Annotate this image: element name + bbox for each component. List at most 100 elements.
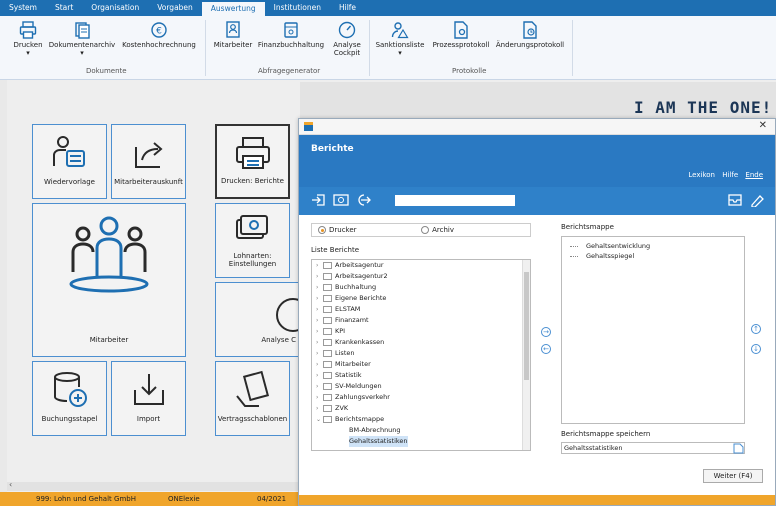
- tree-scrollbar[interactable]: [522, 260, 530, 450]
- tree-item[interactable]: › KPI: [312, 326, 530, 337]
- finanzbuchhaltung-button[interactable]: Finanzbuchhaltung: [256, 21, 326, 49]
- tree-item[interactable]: › Zahlungsverkehr: [312, 392, 530, 403]
- menu-hilfe[interactable]: Hilfe: [330, 0, 365, 16]
- export-icon[interactable]: [355, 193, 371, 207]
- berichte-dialog: ✕ Berichte Lexikon Hilfe Ende Drucker Ar…: [298, 118, 776, 506]
- ribbon-separator: [369, 20, 370, 76]
- link-hilfe[interactable]: Hilfe: [722, 171, 738, 179]
- tile-label: Mitarbeiter: [89, 336, 129, 344]
- expand-icon[interactable]: ›: [316, 293, 323, 304]
- tree-item[interactable]: Gehaltsstatistiken: [312, 436, 530, 447]
- save-doc-icon[interactable]: [733, 443, 744, 454]
- menu-vorgaben[interactable]: Vorgaben: [148, 0, 202, 16]
- folder-icon: [323, 405, 332, 412]
- ribbon-separator: [205, 20, 206, 76]
- expand-icon[interactable]: ›: [316, 370, 323, 381]
- tree-item[interactable]: › Finanzamt: [312, 315, 530, 326]
- tile-vertragsschablonen[interactable]: Vertragsschablonen: [215, 361, 290, 436]
- menu-system[interactable]: System: [0, 0, 46, 16]
- tile-mitarbeiterauskunft[interactable]: Mitarbeiterauskunft: [111, 124, 186, 199]
- expand-icon[interactable]: ›: [316, 337, 323, 348]
- kostenhochrechnung-button[interactable]: € Kostenhochrechnung: [120, 21, 198, 49]
- tile-analyse[interactable]: Analyse C: [215, 282, 303, 357]
- folder-icon: [323, 262, 332, 269]
- remove-from-mappe-icon[interactable]: ←: [541, 344, 551, 354]
- tile-label: Mitarbeiterauskunft: [114, 178, 183, 186]
- list-item[interactable]: Gehaltsspiegel: [562, 251, 744, 261]
- menu-institutionen[interactable]: Institutionen: [265, 0, 330, 16]
- tree-item[interactable]: › ELSTAM: [312, 304, 530, 315]
- tile-wiedervorlage[interactable]: Wiedervorlage: [32, 124, 107, 199]
- tile-lohnarten[interactable]: Lohnarten: Einstellungen: [215, 203, 290, 278]
- menu-auswertung[interactable]: Auswertung: [201, 2, 265, 16]
- preview-icon[interactable]: [333, 193, 349, 207]
- tree-item[interactable]: › Krankenkassen: [312, 337, 530, 348]
- drucken-button[interactable]: Drucken ▾: [12, 21, 44, 57]
- tile-label: Wiedervorlage: [44, 178, 95, 186]
- folder-icon: [323, 284, 332, 291]
- tree-item[interactable]: › Buchhaltung: [312, 282, 530, 293]
- expand-icon[interactable]: ›: [316, 392, 323, 403]
- weiter-button[interactable]: Weiter (F4): [703, 469, 763, 483]
- add-to-mappe-icon[interactable]: →: [541, 327, 551, 337]
- eraser-icon[interactable]: [749, 193, 765, 207]
- expand-icon[interactable]: ›: [316, 315, 323, 326]
- expand-icon[interactable]: ›: [316, 271, 323, 282]
- tile-label: Analyse C: [261, 336, 296, 344]
- mappe-label: Berichtsmappe: [561, 223, 614, 231]
- prozessprotokoll-button[interactable]: Prozessprotokoll: [430, 21, 492, 49]
- tree-item[interactable]: › ZVK: [312, 403, 530, 414]
- tree-item[interactable]: › Mitarbeiter: [312, 359, 530, 370]
- menu-start[interactable]: Start: [46, 0, 82, 16]
- tree-item[interactable]: › SV-Meldungen: [312, 381, 530, 392]
- close-icon[interactable]: ✕: [759, 120, 767, 131]
- expand-icon[interactable]: ›: [316, 304, 323, 315]
- expand-icon[interactable]: ›: [316, 403, 323, 414]
- inbox-icon[interactable]: [727, 193, 743, 207]
- horizontal-scrollbar[interactable]: ‹: [7, 480, 300, 491]
- mitarbeiter-ribbon-button[interactable]: Mitarbeiter: [212, 21, 254, 49]
- scroll-left-icon[interactable]: ‹: [9, 480, 12, 489]
- folder-icon: [323, 372, 332, 379]
- expand-icon[interactable]: ›: [316, 359, 323, 370]
- link-lexikon[interactable]: Lexikon: [688, 171, 715, 179]
- expand-icon[interactable]: ›: [316, 282, 323, 293]
- expand-icon[interactable]: ›: [316, 260, 323, 271]
- dokumentenarchiv-button[interactable]: Dokumentenarchiv ▾: [48, 21, 116, 57]
- expand-icon[interactable]: ›: [316, 326, 323, 337]
- tree-item[interactable]: › Eigene Berichte: [312, 293, 530, 304]
- expand-icon[interactable]: ›: [316, 381, 323, 392]
- menu-organisation[interactable]: Organisation: [82, 0, 148, 16]
- gauge-icon: [338, 21, 356, 39]
- search-input[interactable]: [395, 195, 515, 206]
- group-abfragegenerator: Abfragegenerator: [258, 67, 321, 75]
- sanktionsliste-button[interactable]: Sanktionsliste ▾: [374, 21, 426, 57]
- expand-icon[interactable]: ›: [316, 348, 323, 359]
- collapse-icon[interactable]: ⌄: [316, 414, 323, 425]
- login-arrow-icon[interactable]: [311, 193, 327, 207]
- tree-item[interactable]: › Arbeitsagentur: [312, 260, 530, 271]
- scroll-thumb[interactable]: [524, 272, 529, 380]
- tile-drucken-berichte[interactable]: Drucken: Berichte: [215, 124, 290, 199]
- tile-mitarbeiter[interactable]: Mitarbeiter: [32, 203, 186, 357]
- tree-item[interactable]: › Listen: [312, 348, 530, 359]
- list-item[interactable]: Gehaltsentwicklung: [562, 241, 744, 251]
- tree-item[interactable]: ⌄ Berichtsmappe: [312, 414, 530, 425]
- radio-drucker[interactable]: Drucker: [318, 226, 357, 234]
- move-down-icon[interactable]: ↓: [751, 344, 761, 354]
- analyse-cockpit-button[interactable]: Analyse Cockpit: [330, 21, 364, 57]
- money-bills-icon: [235, 215, 268, 239]
- folder-icon: [323, 350, 332, 357]
- tile-import[interactable]: Import: [111, 361, 186, 436]
- tree-item[interactable]: › Statistik: [312, 370, 530, 381]
- tree-item[interactable]: BM-Abrechnung: [312, 425, 530, 436]
- tile-buchungsstapel[interactable]: Buchungsstapel: [32, 361, 107, 436]
- link-ende[interactable]: Ende: [745, 171, 763, 179]
- output-radio-group: Drucker Archiv: [311, 223, 531, 237]
- aenderungsprotokoll-button[interactable]: Änderungsprotokoll: [494, 21, 566, 49]
- folder-icon: [323, 339, 332, 346]
- move-up-icon[interactable]: ↑: [751, 324, 761, 334]
- radio-archiv[interactable]: Archiv: [421, 226, 454, 234]
- save-name-field[interactable]: Gehaltsstatistiken: [561, 442, 745, 454]
- tree-item[interactable]: › Arbeitsagentur2: [312, 271, 530, 282]
